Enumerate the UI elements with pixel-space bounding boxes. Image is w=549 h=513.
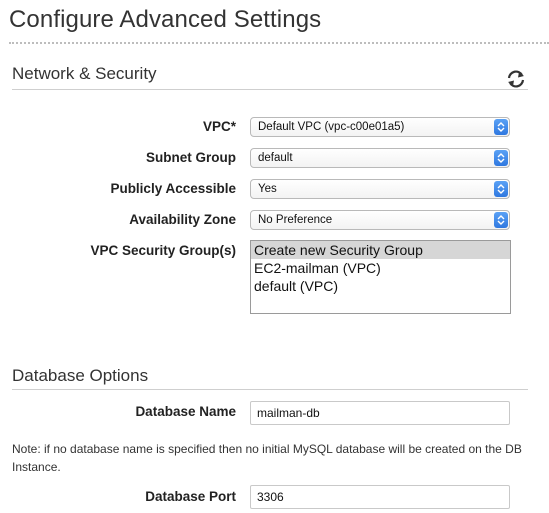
security-group-option[interactable]: EC2-mailman (VPC) [251, 259, 510, 277]
select-stepper-icon [494, 119, 508, 135]
select-stepper-icon [494, 150, 508, 166]
subnet-group-select[interactable]: default [250, 148, 510, 168]
vpc-select-value: Default VPC (vpc-c00e01a5) [258, 121, 405, 133]
security-groups-listbox[interactable]: Create new Security Group EC2-mailman (V… [250, 240, 511, 314]
publicly-accessible-label: Publicly Accessible [110, 181, 236, 196]
select-stepper-icon [494, 181, 508, 197]
vpc-select[interactable]: Default VPC (vpc-c00e01a5) [250, 117, 510, 137]
database-port-input[interactable] [250, 485, 510, 509]
database-port-label: Database Port [145, 489, 236, 504]
security-group-option[interactable]: default (VPC) [251, 277, 510, 295]
refresh-icon[interactable] [505, 68, 527, 90]
page-title: Configure Advanced Settings [9, 6, 322, 33]
select-stepper-icon [494, 212, 508, 228]
network-security-heading: Network & Security [12, 64, 157, 83]
availability-zone-select[interactable]: No Preference [250, 210, 510, 230]
vpc-label: VPC* [202, 119, 236, 134]
availability-zone-label: Availability Zone [129, 212, 236, 227]
title-divider [9, 42, 549, 44]
security-group-option[interactable]: Create new Security Group [251, 241, 510, 259]
publicly-accessible-select-value: Yes [258, 183, 277, 195]
database-options-heading: Database Options [12, 366, 149, 385]
subnet-group-label: Subnet Group [146, 150, 236, 165]
publicly-accessible-select[interactable]: Yes [250, 179, 510, 199]
database-name-input[interactable] [250, 401, 510, 425]
network-security-divider [12, 89, 528, 90]
availability-zone-select-value: No Preference [258, 214, 333, 226]
database-name-note: Note: if no database name is specified t… [12, 442, 522, 474]
database-name-label: Database Name [135, 404, 236, 419]
subnet-group-select-value: default [258, 152, 293, 164]
database-options-divider [12, 389, 528, 390]
security-groups-label: VPC Security Group(s) [90, 243, 236, 258]
